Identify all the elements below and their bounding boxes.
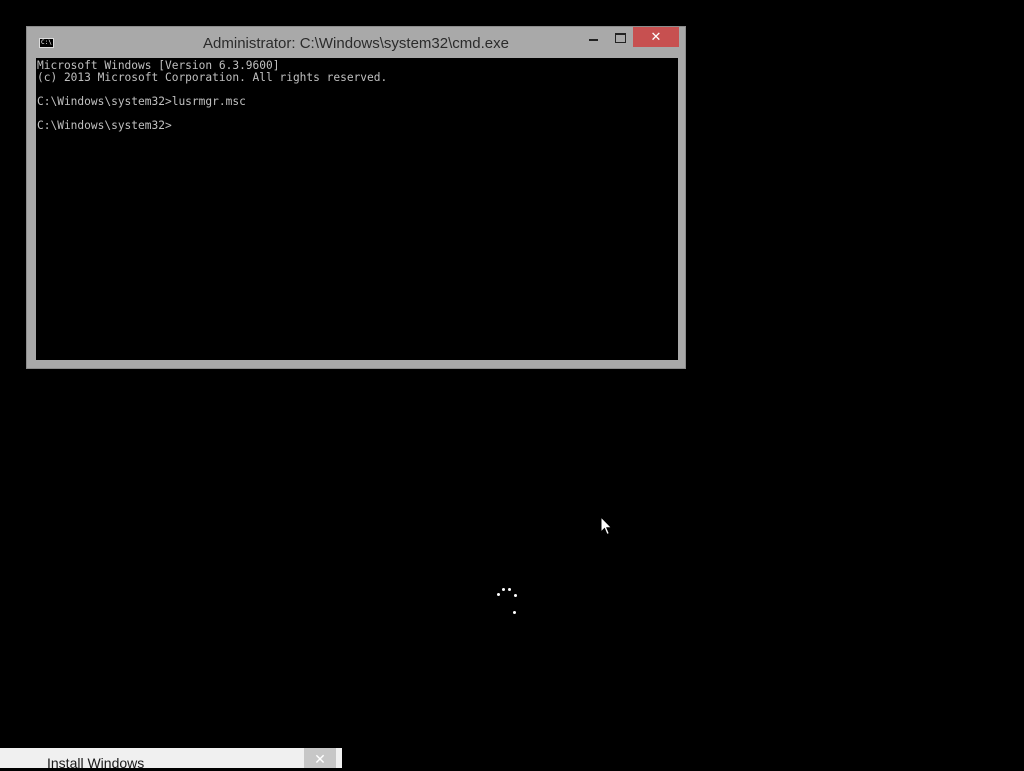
- minimize-icon: [589, 39, 598, 41]
- minimize-button[interactable]: [580, 27, 607, 47]
- console-output[interactable]: Microsoft Windows [Version 6.3.9600] (c)…: [36, 58, 678, 360]
- console-prompt[interactable]: C:\Windows\system32>: [37, 120, 172, 132]
- cmd-window[interactable]: C:\ Administrator: C:\Windows\system32\c…: [26, 26, 686, 369]
- close-button[interactable]: ✕: [633, 27, 679, 47]
- install-windows-title: Install Windows: [47, 755, 145, 771]
- cmd-titlebar[interactable]: C:\ Administrator: C:\Windows\system32\c…: [27, 27, 685, 58]
- install-windows-window[interactable]: Install Windows ✕: [0, 748, 342, 771]
- install-close-button[interactable]: ✕: [304, 748, 336, 768]
- mouse-pointer-icon: [600, 516, 613, 536]
- console-line: C:\Windows\system32>lusrmgr.msc: [37, 95, 246, 108]
- loading-spinner-icon: [494, 586, 522, 616]
- close-icon: ✕: [314, 751, 326, 767]
- close-icon: ✕: [650, 29, 662, 44]
- maximize-icon: [615, 33, 626, 43]
- maximize-button[interactable]: [607, 27, 633, 47]
- console-line: (c) 2013 Microsoft Corporation. All righ…: [37, 71, 388, 84]
